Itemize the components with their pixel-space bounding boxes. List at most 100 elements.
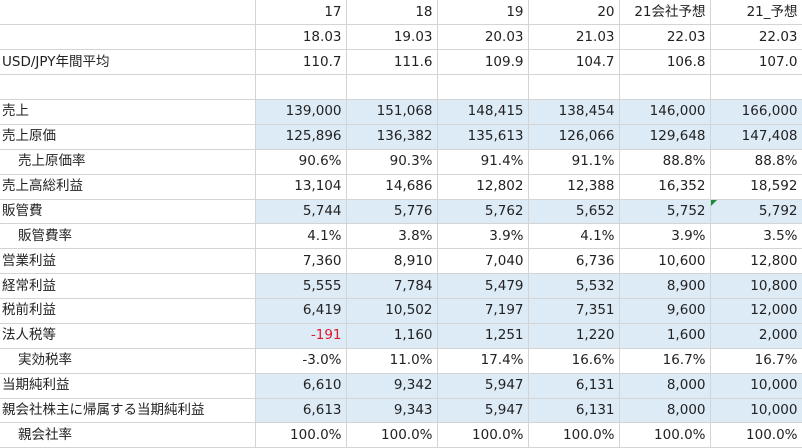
header-cell[interactable]: 18 xyxy=(346,0,438,26)
value-cell[interactable]: 91.4% xyxy=(437,149,529,175)
value-cell[interactable]: 12,388 xyxy=(528,174,620,200)
value-cell[interactable]: 90.3% xyxy=(346,149,438,175)
value-cell[interactable]: 151,068 xyxy=(346,99,438,125)
value-cell[interactable] xyxy=(710,74,802,100)
value-cell[interactable]: 8,910 xyxy=(346,248,438,275)
row-label[interactable]: 販管費率 xyxy=(0,223,256,250)
value-cell[interactable]: 148,415 xyxy=(437,99,529,125)
value-cell[interactable]: 106.8 xyxy=(619,49,711,76)
value-cell[interactable]: 12,800 xyxy=(710,248,802,275)
value-cell[interactable]: 10,800 xyxy=(710,273,802,299)
value-cell[interactable]: 8,000 xyxy=(619,373,711,399)
value-cell[interactable]: 8,000 xyxy=(619,398,711,424)
value-cell[interactable]: 12,802 xyxy=(437,174,529,200)
value-cell[interactable]: 8,900 xyxy=(619,273,711,299)
value-cell[interactable] xyxy=(437,74,529,100)
value-cell[interactable]: 5,532 xyxy=(528,273,620,299)
row-label[interactable]: USD/JPY年間平均 xyxy=(0,49,256,76)
value-cell[interactable]: 5,744 xyxy=(255,199,347,225)
value-cell[interactable]: 16,352 xyxy=(619,174,711,200)
value-cell[interactable]: 135,613 xyxy=(437,124,529,150)
header-cell[interactable]: 21会社予想 xyxy=(619,0,711,26)
value-cell[interactable]: 6,131 xyxy=(528,398,620,424)
row-label[interactable]: 親会社率 xyxy=(0,422,256,448)
value-cell[interactable]: 4.1% xyxy=(528,223,620,250)
value-cell[interactable]: 5,479 xyxy=(437,273,529,299)
value-cell[interactable]: 7,784 xyxy=(346,273,438,299)
value-cell[interactable]: 13,104 xyxy=(255,174,347,200)
value-cell[interactable]: 4.1% xyxy=(255,223,347,250)
value-cell[interactable]: 125,896 xyxy=(255,124,347,150)
header-label-cell[interactable] xyxy=(0,24,256,51)
value-cell[interactable]: 100.0% xyxy=(255,422,347,448)
value-cell[interactable]: 7,040 xyxy=(437,248,529,275)
value-cell[interactable]: 129,648 xyxy=(619,124,711,150)
value-cell[interactable]: 10,502 xyxy=(346,298,438,324)
value-cell[interactable]: 10,000 xyxy=(710,373,802,399)
value-cell[interactable]: 9,342 xyxy=(346,373,438,399)
value-cell[interactable]: 1,600 xyxy=(619,323,711,349)
value-cell[interactable]: 9,343 xyxy=(346,398,438,424)
value-cell[interactable]: 10,600 xyxy=(619,248,711,275)
header-cell[interactable]: 20 xyxy=(528,0,620,26)
value-cell[interactable]: 17.4% xyxy=(437,348,529,374)
value-cell[interactable] xyxy=(528,74,620,100)
header-label-cell[interactable] xyxy=(0,0,256,26)
value-cell[interactable]: 110.7 xyxy=(255,49,347,76)
value-cell[interactable]: 6,613 xyxy=(255,398,347,424)
value-cell[interactable]: 138,454 xyxy=(528,99,620,125)
value-cell[interactable]: 9,600 xyxy=(619,298,711,324)
header-cell[interactable]: 19 xyxy=(437,0,529,26)
row-label[interactable] xyxy=(0,74,256,100)
row-label[interactable]: 営業利益 xyxy=(0,248,256,275)
value-cell[interactable]: 147,408 xyxy=(710,124,802,150)
value-cell[interactable]: 16.7% xyxy=(619,348,711,374)
value-cell[interactable]: 5,752 xyxy=(619,199,711,225)
row-label[interactable]: 販管費 xyxy=(0,199,256,225)
row-label[interactable]: 法人税等 xyxy=(0,323,256,349)
value-cell[interactable]: 88.8% xyxy=(710,149,802,175)
value-cell[interactable]: 10,000 xyxy=(710,398,802,424)
row-label[interactable]: 親会社株主に帰属する当期純利益 xyxy=(0,398,256,424)
value-cell[interactable]: 5,652 xyxy=(528,199,620,225)
row-label[interactable]: 売上原価率 xyxy=(0,149,256,175)
value-cell[interactable]: 100.0% xyxy=(437,422,529,448)
value-cell[interactable]: 104.7 xyxy=(528,49,620,76)
value-cell[interactable]: 5,762 xyxy=(437,199,529,225)
value-cell[interactable]: 7,351 xyxy=(528,298,620,324)
value-cell[interactable]: 100.0% xyxy=(619,422,711,448)
header-cell[interactable]: 17 xyxy=(255,0,347,26)
header-cell[interactable]: 19.03 xyxy=(346,24,438,51)
value-cell[interactable]: 100.0% xyxy=(346,422,438,448)
value-cell[interactable]: -3.0% xyxy=(255,348,347,374)
header-cell[interactable]: 21_予想 xyxy=(710,0,802,26)
row-label[interactable]: 税前利益 xyxy=(0,298,256,324)
value-cell[interactable]: 3.8% xyxy=(346,223,438,250)
header-cell[interactable]: 22.03 xyxy=(710,24,802,51)
value-cell[interactable]: 90.6% xyxy=(255,149,347,175)
value-cell[interactable]: 5,792 xyxy=(710,199,802,225)
value-cell[interactable]: 1,220 xyxy=(528,323,620,349)
header-cell[interactable]: 20.03 xyxy=(437,24,529,51)
value-cell[interactable]: 139,000 xyxy=(255,99,347,125)
value-cell[interactable]: 6,610 xyxy=(255,373,347,399)
value-cell[interactable] xyxy=(255,74,347,100)
value-cell[interactable]: 3.5% xyxy=(710,223,802,250)
value-cell[interactable]: 7,197 xyxy=(437,298,529,324)
value-cell[interactable]: 14,686 xyxy=(346,174,438,200)
value-cell[interactable]: 3.9% xyxy=(437,223,529,250)
value-cell[interactable]: 107.0 xyxy=(710,49,802,76)
value-cell[interactable]: 111.6 xyxy=(346,49,438,76)
value-cell[interactable]: 6,419 xyxy=(255,298,347,324)
value-cell[interactable]: 109.9 xyxy=(437,49,529,76)
value-cell[interactable]: 18,592 xyxy=(710,174,802,200)
value-cell[interactable]: 16.7% xyxy=(710,348,802,374)
row-label[interactable]: 経常利益 xyxy=(0,273,256,299)
value-cell[interactable]: 91.1% xyxy=(528,149,620,175)
value-cell[interactable]: 136,382 xyxy=(346,124,438,150)
value-cell[interactable]: 16.6% xyxy=(528,348,620,374)
value-cell[interactable]: 6,131 xyxy=(528,373,620,399)
value-cell[interactable]: 100.0% xyxy=(528,422,620,448)
value-cell[interactable]: 88.8% xyxy=(619,149,711,175)
row-label[interactable]: 当期純利益 xyxy=(0,373,256,399)
